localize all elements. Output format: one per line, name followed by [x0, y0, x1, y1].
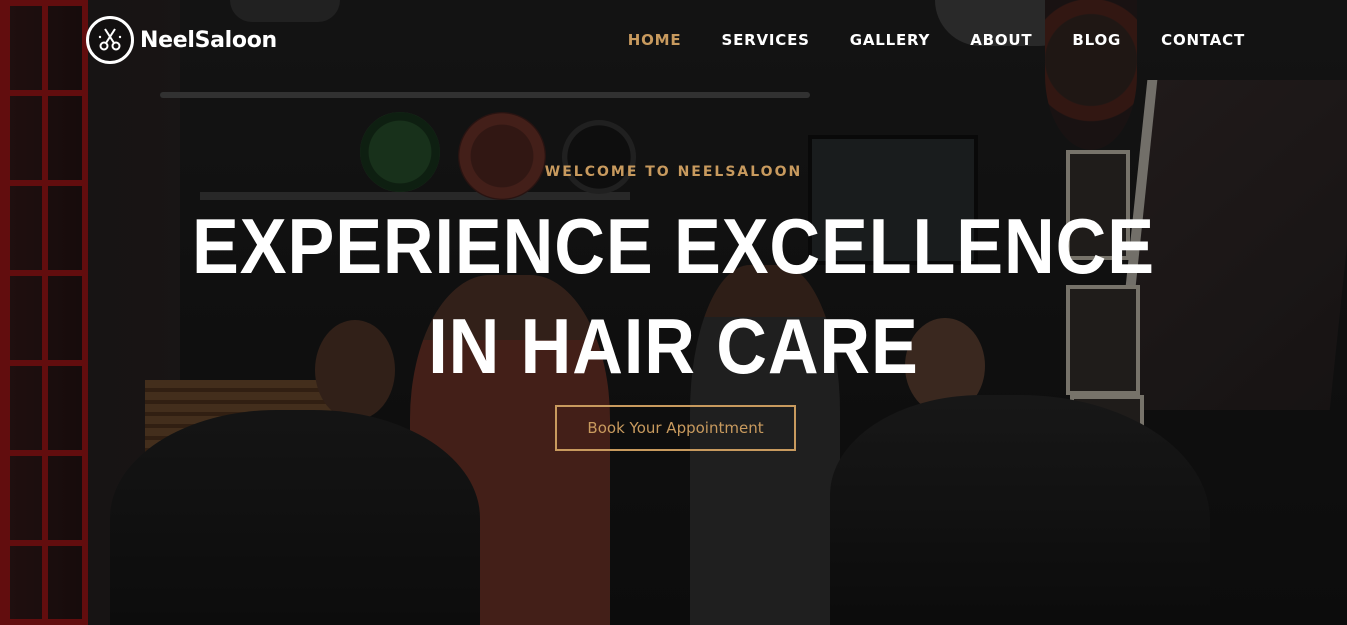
hero-section: WELCOME TO NEELSALOON EXPERIENCE EXCELLE…	[0, 0, 1347, 625]
hero-headline: EXPERIENCE EXCELLENCE IN HAIR CARE	[192, 202, 1155, 390]
hero-eyebrow: WELCOME TO NEELSALOON	[544, 164, 803, 180]
book-appointment-button[interactable]: Book Your Appointment	[555, 405, 796, 451]
